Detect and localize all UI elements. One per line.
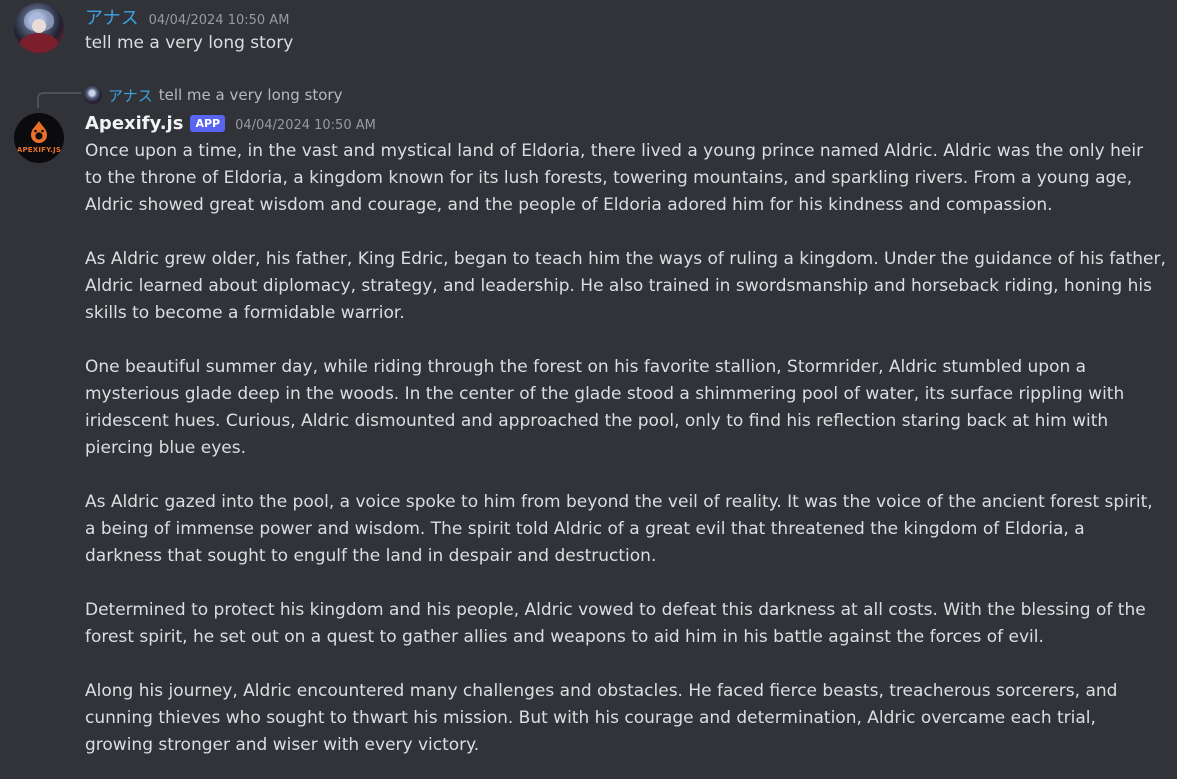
user-avatar[interactable] bbox=[14, 3, 64, 53]
reply-username[interactable]: アナス bbox=[108, 85, 153, 106]
text-line: As Aldric gazed into the pool, a voice s… bbox=[85, 492, 1153, 512]
message-content: Once upon a time, in the vast and mystic… bbox=[85, 138, 1166, 759]
bot-username[interactable]: Apexify.js bbox=[85, 113, 183, 134]
text-line: growing stronger and wiser with every vi… bbox=[85, 735, 480, 755]
story-paragraph: Along his journey, Aldric encountered ma… bbox=[85, 678, 1166, 759]
timestamp[interactable]: 04/04/2024 10:50 AM bbox=[235, 118, 376, 133]
text-line: cunning thieves who sought to thwart his… bbox=[85, 708, 1096, 728]
timestamp[interactable]: 04/04/2024 10:50 AM bbox=[149, 13, 290, 28]
text-line: Along his journey, Aldric encountered ma… bbox=[85, 681, 1118, 701]
story-paragraph: As Aldric grew older, his father, King E… bbox=[85, 246, 1166, 327]
flame-icon bbox=[31, 121, 47, 143]
text-line: Aldric showed great wisdom and courage, … bbox=[85, 195, 1053, 215]
story-paragraph: Determined to protect his kingdom and hi… bbox=[85, 597, 1166, 651]
message-header: アナス 04/04/2024 10:50 AM bbox=[85, 4, 289, 30]
avatar-logo-text: APEXIFY.JS bbox=[16, 146, 62, 154]
story-paragraph: As Aldric gazed into the pool, a voice s… bbox=[85, 489, 1166, 570]
bot-avatar[interactable]: APEXIFY.JS bbox=[14, 113, 64, 163]
text-line: piercing blue eyes. bbox=[85, 438, 247, 458]
text-line: Once upon a time, in the vast and mystic… bbox=[85, 141, 1144, 161]
reply-reference[interactable]: アナス tell me a very long story bbox=[84, 84, 342, 106]
message-user: アナス 04/04/2024 10:50 AM tell me a very l… bbox=[0, 0, 1177, 70]
text-line: darkness that sought to engulf the land … bbox=[85, 546, 657, 566]
username[interactable]: アナス bbox=[85, 4, 139, 30]
story-paragraph: Once upon a time, in the vast and mystic… bbox=[85, 138, 1166, 219]
text-line: skills to become a formidable warrior. bbox=[85, 303, 405, 323]
app-badge: APP bbox=[190, 115, 226, 132]
text-line: As Aldric grew older, his father, King E… bbox=[85, 249, 1166, 269]
reply-connector bbox=[37, 92, 81, 108]
text-line: a being of immense power and wisdom. The… bbox=[85, 519, 1085, 539]
text-line: Determined to protect his kingdom and hi… bbox=[85, 600, 1146, 620]
text-line: One beautiful summer day, while riding t… bbox=[85, 357, 1087, 377]
text-line: forest spirit, he set out on a quest to … bbox=[85, 627, 1044, 647]
avatar-cloak bbox=[20, 33, 58, 53]
text-line: Aldric learned about diplomacy, strategy… bbox=[85, 276, 1152, 296]
text-line: iridescent hues. Curious, Aldric dismoun… bbox=[85, 411, 1109, 431]
story-paragraph: One beautiful summer day, while riding t… bbox=[85, 354, 1166, 462]
reply-text[interactable]: tell me a very long story bbox=[159, 86, 343, 104]
message-header: Apexify.js APP 04/04/2024 10:50 AM bbox=[85, 113, 376, 134]
message-content: tell me a very long story bbox=[85, 33, 294, 53]
reply-avatar bbox=[84, 86, 102, 104]
text-line: to the throne of Eldoria, a kingdom know… bbox=[85, 168, 1133, 188]
text-line: mysterious glade deep in the woods. In t… bbox=[85, 384, 1125, 404]
avatar-face bbox=[32, 19, 46, 33]
